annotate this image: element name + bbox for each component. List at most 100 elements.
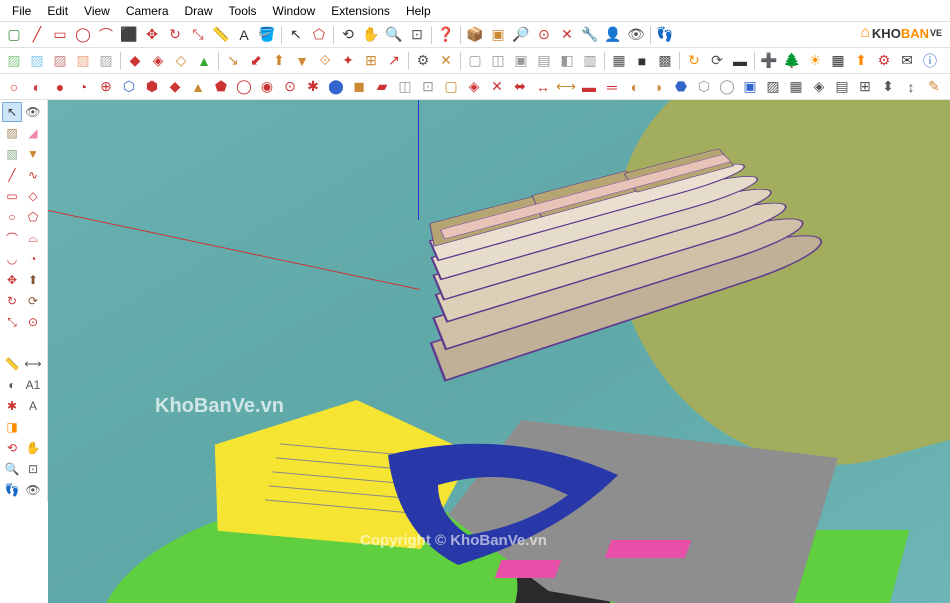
poly-icon[interactable]: ⬠	[308, 24, 330, 46]
t3[interactable]: ●	[49, 76, 71, 98]
pushpull-icon[interactable]: ⬆	[23, 270, 43, 290]
3d-viewport[interactable]	[48, 100, 950, 603]
scale-icon[interactable]: ⤡	[187, 24, 209, 46]
t4[interactable]: ◔	[72, 76, 94, 98]
t14[interactable]: ✱	[302, 76, 324, 98]
orbit3-icon[interactable]: ⟲	[2, 438, 22, 458]
t16[interactable]: ◼	[348, 76, 370, 98]
box4-icon[interactable]: ▤	[533, 50, 555, 72]
t7[interactable]: ⬢	[141, 76, 163, 98]
t20[interactable]: ▢	[440, 76, 462, 98]
tool6-icon[interactable]: ✦	[337, 50, 359, 72]
orbit-icon[interactable]: ⟲	[337, 24, 359, 46]
info-icon[interactable]: ⓘ	[919, 50, 941, 72]
refresh-icon[interactable]: ⟳	[706, 50, 728, 72]
tool3-icon[interactable]: ⬆	[268, 50, 290, 72]
rotate2-icon[interactable]: ↻	[2, 291, 22, 311]
tool7-icon[interactable]: ⊞	[360, 50, 382, 72]
zoom2-icon[interactable]: 🔎	[510, 24, 532, 46]
t35[interactable]: ▦	[785, 76, 807, 98]
t30[interactable]: ⬣	[670, 76, 692, 98]
t1[interactable]: ○	[3, 76, 25, 98]
menu-extensions[interactable]: Extensions	[323, 1, 398, 21]
tool2-icon[interactable]: ⬋	[245, 50, 267, 72]
user-icon[interactable]: 👤	[602, 24, 624, 46]
scale2-icon[interactable]: ⤡	[2, 312, 22, 332]
magnify-icon[interactable]: ⊙	[533, 24, 555, 46]
gear-icon[interactable]: ⚙	[412, 50, 434, 72]
text-icon[interactable]: A	[233, 24, 255, 46]
menu-view[interactable]: View	[76, 1, 118, 21]
move-icon[interactable]: ✥	[141, 24, 163, 46]
rotrect-icon[interactable]: ◇	[23, 186, 43, 206]
striped-icon[interactable]: ▦	[608, 50, 630, 72]
prim2-icon[interactable]: ▧	[2, 144, 22, 164]
prim1-icon[interactable]: ▨	[2, 123, 22, 143]
blank2[interactable]	[23, 333, 43, 353]
pencil-icon[interactable]: ╱	[2, 165, 22, 185]
eye-icon[interactable]: 👁	[625, 24, 647, 46]
walk-icon[interactable]: 👣	[2, 480, 22, 500]
3dtext-icon[interactable]: A	[23, 396, 43, 416]
move2-icon[interactable]: ✥	[2, 270, 22, 290]
solid-icon[interactable]: ■	[631, 50, 653, 72]
t12[interactable]: ◉	[256, 76, 278, 98]
eraser-icon[interactable]: ◢	[23, 123, 43, 143]
shape1-icon[interactable]: ◆	[124, 50, 146, 72]
dim-icon[interactable]: ⟷	[23, 354, 43, 374]
box2-icon[interactable]: ◫	[487, 50, 509, 72]
zoom-icon[interactable]: 🔍	[383, 24, 405, 46]
t36[interactable]: ◈	[808, 76, 830, 98]
arc2-icon[interactable]: ⌒	[2, 228, 22, 248]
component-icon[interactable]: 📦	[464, 24, 486, 46]
box3-icon[interactable]: ▣	[510, 50, 532, 72]
settings-icon[interactable]: ⚙	[873, 50, 895, 72]
t25[interactable]: ⟷	[555, 76, 577, 98]
t19[interactable]: ⊡	[417, 76, 439, 98]
select-icon[interactable]: ▢	[3, 24, 25, 46]
crosswrench-icon[interactable]: ✕	[435, 50, 457, 72]
t39[interactable]: ⬍	[877, 76, 899, 98]
t22[interactable]: ✕	[486, 76, 508, 98]
tool5-icon[interactable]: ⟐	[314, 50, 336, 72]
protractor-icon[interactable]: ◐	[2, 375, 22, 395]
t18[interactable]: ◫	[394, 76, 416, 98]
t6[interactable]: ⬡	[118, 76, 140, 98]
arc-icon[interactable]: ⌒	[95, 24, 117, 46]
t32[interactable]: ◯	[716, 76, 738, 98]
t29[interactable]: ◑	[647, 76, 669, 98]
t33[interactable]: ▣	[739, 76, 761, 98]
arc3-icon[interactable]: ⌓	[23, 228, 43, 248]
t8[interactable]: ◆	[164, 76, 186, 98]
t24[interactable]: ↔	[532, 76, 554, 98]
rect-icon[interactable]: ▭	[49, 24, 71, 46]
push-icon[interactable]: ⬛	[118, 24, 140, 46]
circle-icon[interactable]: ◯	[72, 24, 94, 46]
t2[interactable]: ◐	[26, 76, 48, 98]
look-icon[interactable]: 👁	[23, 480, 43, 500]
arc4-icon[interactable]: ◡	[2, 249, 22, 269]
rotate-icon[interactable]: ↻	[164, 24, 186, 46]
tool1-icon[interactable]: ↘	[222, 50, 244, 72]
cube4-icon[interactable]: ▨	[72, 50, 94, 72]
zoom3-icon[interactable]: 🔍	[2, 459, 22, 479]
section-icon[interactable]: ◨	[2, 417, 22, 437]
selection-icon[interactable]: ↖	[285, 24, 307, 46]
menu-draw[interactable]: Draw	[177, 1, 221, 21]
circle2-icon[interactable]: ○	[2, 207, 22, 227]
rect2-icon[interactable]: ▭	[2, 186, 22, 206]
orbit2-icon[interactable]: 👁	[23, 102, 43, 122]
blank1[interactable]	[2, 333, 22, 353]
plus-icon[interactable]: ➕	[758, 50, 780, 72]
tape-icon[interactable]: 📏	[210, 24, 232, 46]
t21[interactable]: ◈	[463, 76, 485, 98]
menu-edit[interactable]: Edit	[39, 1, 76, 21]
t27[interactable]: ═	[601, 76, 623, 98]
menu-tools[interactable]: Tools	[221, 1, 265, 21]
t26[interactable]: ▬	[578, 76, 600, 98]
cube2-icon[interactable]: ▨	[26, 50, 48, 72]
wrench-icon[interactable]: 🔧	[579, 24, 601, 46]
cube1-icon[interactable]: ▨	[3, 50, 25, 72]
menu-file[interactable]: File	[4, 1, 39, 21]
t28[interactable]: ◐	[624, 76, 646, 98]
